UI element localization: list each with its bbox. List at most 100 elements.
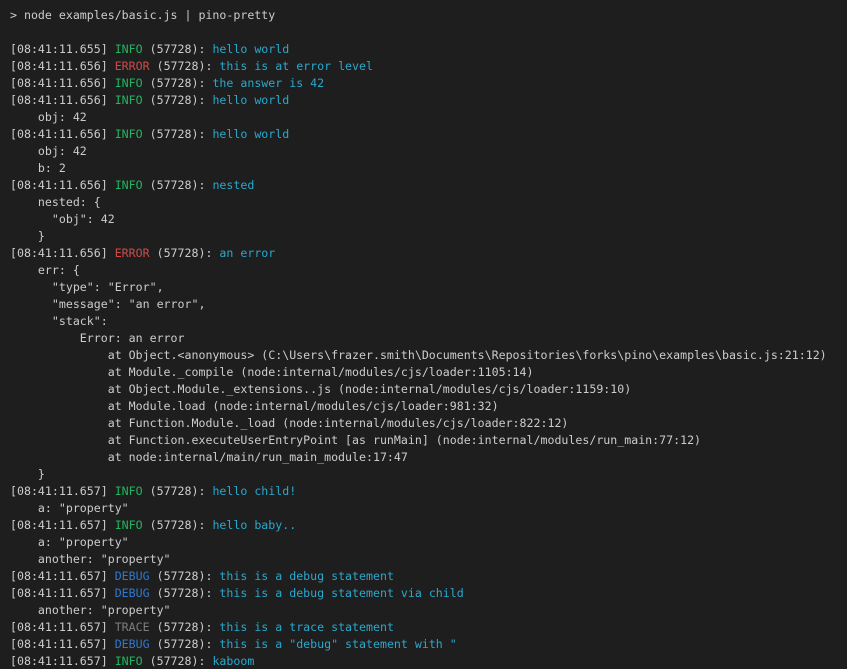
log-detail-line: at Function.Module._load (node:internal/… [10,415,843,432]
log-message: this is a debug statement [219,569,394,583]
log-detail-line: } [10,466,843,483]
log-pid: (57728): [143,127,213,141]
log-detail-line: another: "property" [10,551,843,568]
log-timestamp: [08:41:11.656] [10,127,115,141]
prompt-line: > node examples/basic.js | pino-pretty [10,7,843,24]
log-detail-text: at Function.Module._load (node:internal/… [10,416,568,430]
log-detail-line: obj: 42 [10,109,843,126]
log-detail-line: b: 2 [10,160,843,177]
log-timestamp: [08:41:11.656] [10,93,115,107]
log-detail-line: another: "property" [10,602,843,619]
log-detail-text: at Object.<anonymous> (C:\Users\frazer.s… [10,348,827,362]
log-timestamp: [08:41:11.657] [10,484,115,498]
log-detail-text: at Object.Module._extensions..js (node:i… [10,382,631,396]
log-detail-line: a: "property" [10,500,843,517]
log-message: the answer is 42 [212,76,324,90]
log-detail-text: at Module.load (node:internal/modules/cj… [10,399,499,413]
log-detail-text: "type": "Error", [10,280,164,294]
log-pid: (57728): [143,93,213,107]
log-line: [08:41:11.655] INFO (57728): hello world [10,41,843,58]
log-timestamp: [08:41:11.657] [10,518,115,532]
log-detail-text: obj: 42 [10,144,87,158]
log-detail-line: "stack": [10,313,843,330]
log-timestamp: [08:41:11.657] [10,654,115,668]
log-pid: (57728): [150,620,220,634]
log-detail-line: at Object.<anonymous> (C:\Users\frazer.s… [10,347,843,364]
log-level: INFO [115,178,143,192]
log-pid: (57728): [150,569,220,583]
log-pid: (57728): [143,654,213,668]
log-pid: (57728): [150,59,220,73]
log-line: [08:41:11.657] INFO (57728): hello baby.… [10,517,843,534]
log-detail-line: obj: 42 [10,143,843,160]
log-line: [08:41:11.657] DEBUG (57728): this is a … [10,585,843,602]
log-timestamp: [08:41:11.656] [10,59,115,73]
log-pid: (57728): [150,637,220,651]
log-level: ERROR [115,59,150,73]
log-detail-text: "stack": [10,314,108,328]
log-pid: (57728): [143,76,213,90]
log-detail-line: err: { [10,262,843,279]
log-timestamp: [08:41:11.656] [10,246,115,260]
log-detail-line: nested: { [10,194,843,211]
log-level: DEBUG [115,569,150,583]
log-message: kaboom [212,654,254,668]
log-message: hello world [212,93,289,107]
prompt-text: > node examples/basic.js | pino-pretty [10,8,275,22]
log-detail-line: at Module.load (node:internal/modules/cj… [10,398,843,415]
blank-line [10,24,843,41]
log-pid: (57728): [143,42,213,56]
log-pid: (57728): [143,484,213,498]
log-level: INFO [115,654,143,668]
log-message: hello child! [212,484,296,498]
log-timestamp: [08:41:11.656] [10,76,115,90]
log-timestamp: [08:41:11.657] [10,586,115,600]
log-detail-line: at Function.executeUserEntryPoint [as ru… [10,432,843,449]
log-line: [08:41:11.657] INFO (57728): hello child… [10,483,843,500]
log-line: [08:41:11.657] INFO (57728): kaboom [10,653,843,669]
log-detail-line: Error: an error [10,330,843,347]
log-line: [08:41:11.657] DEBUG (57728): this is a … [10,636,843,653]
log-detail-line: "obj": 42 [10,211,843,228]
log-level: INFO [115,93,143,107]
log-timestamp: [08:41:11.657] [10,637,115,651]
log-timestamp: [08:41:11.657] [10,569,115,583]
log-detail-text: "message": "an error", [10,297,205,311]
log-message: an error [219,246,275,260]
log-detail-text: } [10,229,45,243]
log-line: [08:41:11.657] TRACE (57728): this is a … [10,619,843,636]
log-detail-line: } [10,228,843,245]
log-detail-line: "type": "Error", [10,279,843,296]
log-message: hello baby.. [212,518,296,532]
log-detail-line: at Object.Module._extensions..js (node:i… [10,381,843,398]
log-line: [08:41:11.656] INFO (57728): hello world [10,92,843,109]
log-line: [08:41:11.656] INFO (57728): hello world [10,126,843,143]
log-level: DEBUG [115,586,150,600]
log-detail-text: obj: 42 [10,110,87,124]
log-detail-text: b: 2 [10,161,66,175]
log-detail-text: err: { [10,263,80,277]
log-message: this is at error level [219,59,373,73]
log-level: TRACE [115,620,150,634]
log-detail-text: another: "property" [10,603,171,617]
log-pid: (57728): [143,178,213,192]
log-timestamp: [08:41:11.657] [10,620,115,634]
log-detail-text: nested: { [10,195,101,209]
log-line: [08:41:11.656] ERROR (57728): this is at… [10,58,843,75]
log-message: hello world [212,42,289,56]
log-timestamp: [08:41:11.656] [10,178,115,192]
log-detail-text: another: "property" [10,552,171,566]
log-pid: (57728): [150,246,220,260]
log-message: hello world [212,127,289,141]
log-message: this is a debug statement via child [219,586,463,600]
log-detail-line: a: "property" [10,534,843,551]
log-detail-line: at node:internal/main/run_main_module:17… [10,449,843,466]
log-detail-text: Error: an error [10,331,185,345]
log-detail-line: at Module._compile (node:internal/module… [10,364,843,381]
log-detail-text: at Function.executeUserEntryPoint [as ru… [10,433,701,447]
log-line: [08:41:11.657] DEBUG (57728): this is a … [10,568,843,585]
log-timestamp: [08:41:11.655] [10,42,115,56]
terminal-screen[interactable]: > node examples/basic.js | pino-pretty [… [0,0,847,669]
log-detail-text: } [10,467,45,481]
terminal-output: > node examples/basic.js | pino-pretty [… [10,7,843,669]
